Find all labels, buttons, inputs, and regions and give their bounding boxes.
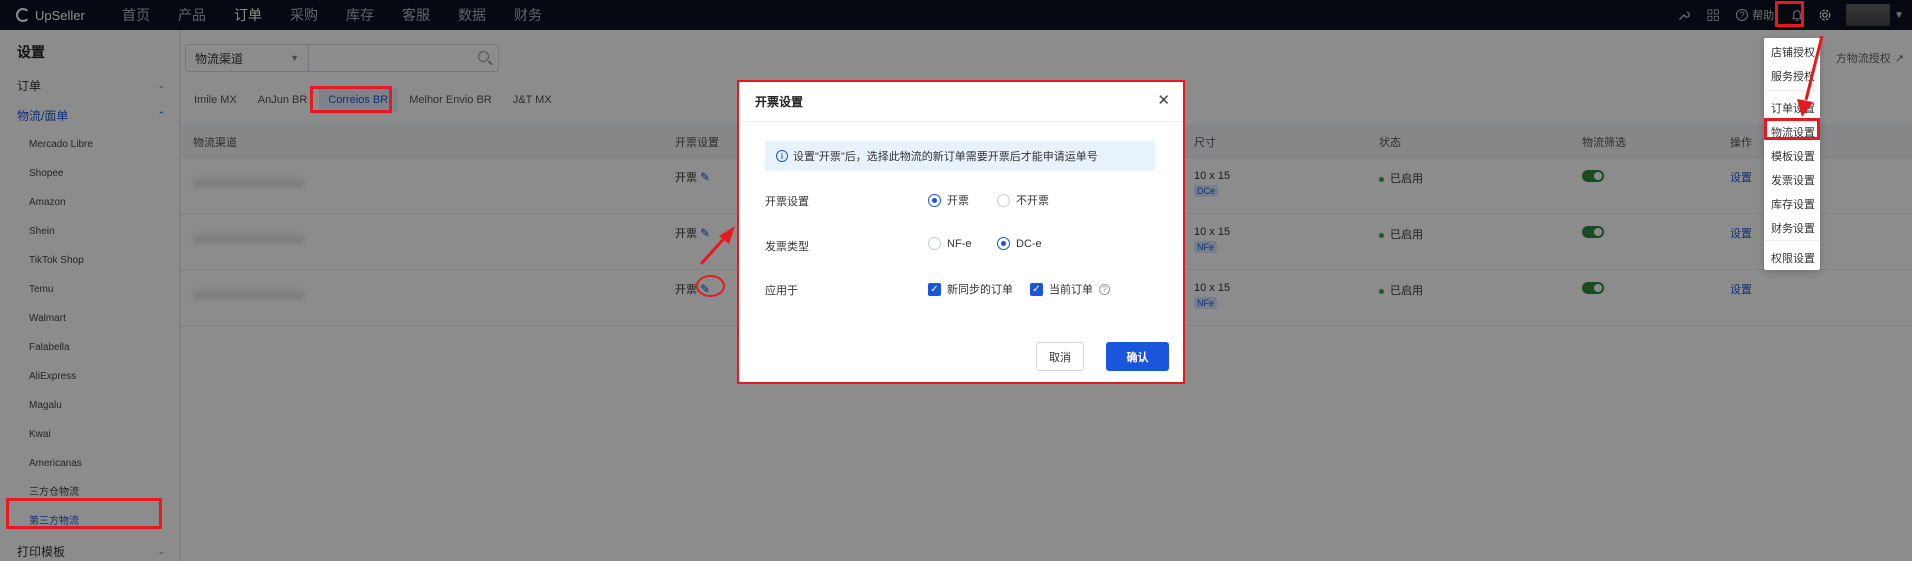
highlight-logistics-settings bbox=[1764, 118, 1820, 140]
menu-item-permission-settings[interactable]: 权限设置 bbox=[1771, 250, 1815, 266]
menu-item-template-settings[interactable]: 模板设置 bbox=[1771, 148, 1815, 164]
highlight-third-party-logistics bbox=[6, 498, 162, 529]
menu-item-service-auth[interactable]: 服务授权 bbox=[1771, 68, 1815, 84]
settings-dropdown-menu: 店铺授权 服务授权 订单设置 物流设置 模板设置 发票设置 库存设置 财务设置 … bbox=[1764, 38, 1820, 270]
menu-item-inventory-settings[interactable]: 库存设置 bbox=[1771, 196, 1815, 212]
menu-item-invoice-settings[interactable]: 发票设置 bbox=[1771, 172, 1815, 188]
menu-item-store-auth[interactable]: 店铺授权 bbox=[1771, 44, 1815, 60]
menu-divider bbox=[1764, 240, 1820, 241]
highlight-modal bbox=[737, 80, 1185, 384]
highlight-edit-pencil bbox=[696, 275, 725, 297]
menu-divider bbox=[1764, 90, 1820, 91]
highlight-correios-tab bbox=[310, 86, 392, 113]
menu-item-order-settings[interactable]: 订单设置 bbox=[1771, 100, 1815, 116]
menu-item-finance-settings[interactable]: 财务设置 bbox=[1771, 220, 1815, 236]
highlight-gear bbox=[1775, 1, 1804, 27]
